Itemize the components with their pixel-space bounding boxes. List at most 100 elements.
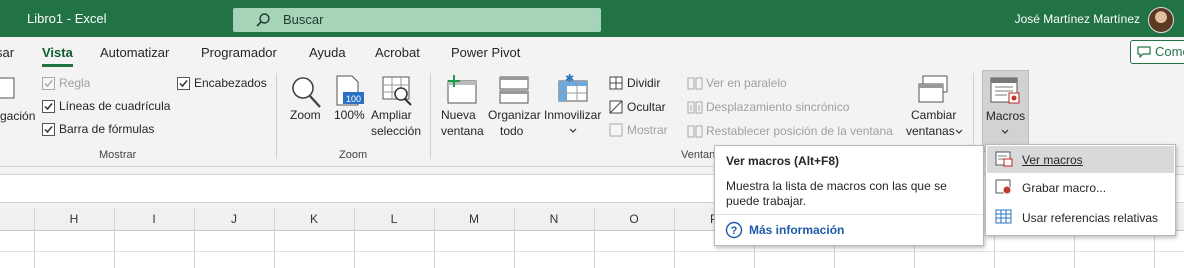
grid-line: [594, 208, 595, 268]
desplazamiento-label[interactable]: Desplazamiento sincrónico: [706, 100, 849, 114]
tooltip-divider: [715, 214, 983, 215]
chevron-down-icon: [955, 129, 963, 134]
tooltip-description: Muestra la lista de macros con las que s…: [726, 179, 947, 208]
menu-item-ver-macros[interactable]: Ver macros: [987, 146, 1174, 173]
group-separator: [430, 73, 431, 159]
tab-power-pivot[interactable]: Power Pivot: [451, 45, 520, 60]
tooltip-title: Ver macros (Alt+F8): [726, 154, 840, 168]
menu-item-grabar-macro[interactable]: Grabar macro...: [987, 174, 1174, 201]
zoom-100-label[interactable]: 100%: [334, 108, 365, 123]
chevron-down-icon: [569, 128, 577, 133]
comments-label: Come: [1155, 44, 1184, 59]
dividir-label[interactable]: Dividir: [627, 76, 660, 90]
column-header-m[interactable]: M: [434, 212, 514, 226]
barra-formulas-checkbox[interactable]: [42, 123, 55, 136]
macros-button[interactable]: Macros: [982, 70, 1029, 152]
tab-vista[interactable]: Vista: [42, 45, 73, 67]
chevron-down-icon: [1001, 129, 1009, 134]
ver-paralelo-label[interactable]: Ver en paralelo: [706, 76, 787, 90]
help-icon: ?: [725, 221, 743, 239]
grid-line: [674, 208, 675, 268]
barra-formulas-label: Barra de fórmulas: [59, 122, 155, 136]
search-icon: [256, 13, 270, 27]
column-header-j[interactable]: J: [194, 212, 274, 226]
cambiar-line1[interactable]: Cambiar: [911, 108, 956, 123]
menu-item-label: Ver macros: [1022, 153, 1083, 167]
ampliar-line1[interactable]: Ampliar: [371, 108, 412, 123]
ribbon-tabs: sar Vista Automatizar Programador Ayuda …: [0, 37, 1184, 69]
tab-ayuda[interactable]: Ayuda: [309, 45, 346, 60]
zoom-icon[interactable]: [290, 75, 322, 109]
svg-text:?: ?: [731, 225, 738, 237]
grid-line: [514, 208, 515, 268]
switch-windows-icon[interactable]: [917, 74, 949, 106]
group-label-ventana: Ventan: [681, 149, 716, 161]
menu-item-label: Usar referencias relativas: [1022, 211, 1159, 225]
menu-item-label: Grabar macro...: [1022, 181, 1107, 195]
column-header-h[interactable]: H: [34, 212, 114, 226]
grid-line: [194, 208, 195, 268]
worksheet-grid[interactable]: [0, 231, 1184, 268]
tab-revisar[interactable]: sar: [0, 45, 14, 60]
encabezados-checkbox[interactable]: [177, 77, 190, 90]
ampliar-line2[interactable]: selección: [371, 124, 421, 139]
grid-line: [354, 208, 355, 268]
split-icon[interactable]: [609, 76, 623, 90]
column-header-i[interactable]: I: [114, 212, 194, 226]
grid-line: [0, 251, 1184, 252]
grid-line: [114, 208, 115, 268]
macros-label: Macros: [985, 109, 1026, 123]
cambiar-line2[interactable]: ventanas: [906, 124, 955, 139]
nueva-ventana-line1[interactable]: Nueva: [441, 108, 476, 123]
synchronous-scrolling-icon[interactable]: [687, 101, 703, 114]
hide-icon[interactable]: [609, 100, 623, 114]
svg-text:✱: ✱: [565, 73, 574, 85]
group-label-mostrar: Mostrar: [99, 149, 137, 161]
restablecer-label[interactable]: Restablecer posición de la ventana: [706, 124, 893, 138]
avatar[interactable]: [1148, 7, 1174, 33]
tooltip-more-info-link[interactable]: Más información: [749, 223, 844, 237]
lineas-cuadricula-checkbox[interactable]: [42, 100, 55, 113]
regla-checkbox[interactable]: [42, 77, 55, 90]
ocultar-label[interactable]: Ocultar: [627, 100, 666, 114]
unhide-icon[interactable]: [609, 123, 623, 137]
zoom-100-icon[interactable]: 100: [335, 75, 365, 107]
navigation-label[interactable]: gación: [0, 109, 35, 123]
freeze-panes-icon[interactable]: ✱: [557, 73, 589, 103]
new-window-icon[interactable]: [446, 75, 478, 105]
tab-automatizar[interactable]: Automatizar: [100, 45, 169, 60]
column-header-n[interactable]: N: [514, 212, 594, 226]
group-label-zoom: Zoom: [339, 149, 368, 161]
column-header-k[interactable]: K: [274, 212, 354, 226]
document-title: Libro1 - Excel: [27, 11, 107, 26]
comment-icon: [1137, 46, 1151, 58]
nueva-ventana-line2[interactable]: ventana: [441, 124, 484, 139]
comments-button[interactable]: Come: [1130, 40, 1184, 64]
encabezados-label: Encabezados: [194, 76, 267, 90]
search-box[interactable]: Buscar: [233, 8, 601, 32]
reset-window-position-icon[interactable]: [687, 125, 703, 138]
zoom-label[interactable]: Zoom: [290, 108, 321, 123]
user-name[interactable]: José Martínez Martínez: [1015, 12, 1140, 26]
macros-icon: [990, 77, 1020, 104]
mostrar-ventana-label[interactable]: Mostrar: [627, 123, 668, 137]
arrange-all-icon[interactable]: [499, 75, 529, 105]
tab-acrobat[interactable]: Acrobat: [375, 45, 420, 60]
grid-line: [274, 208, 275, 268]
tab-programador[interactable]: Programador: [201, 45, 277, 60]
zoom-selection-icon[interactable]: [381, 75, 413, 107]
organizar-line2[interactable]: todo: [500, 124, 523, 139]
search-placeholder: Buscar: [283, 12, 324, 27]
navigation-pane-icon[interactable]: [0, 77, 16, 99]
view-side-by-side-icon[interactable]: [687, 77, 703, 90]
macros-tooltip: Ver macros (Alt+F8) Muestra la lista de …: [714, 145, 984, 246]
inmovilizar-label[interactable]: Inmovilizar: [544, 108, 601, 123]
title-bar: Libro1 - Excel Buscar José Martínez Mart…: [0, 0, 1184, 37]
column-header-l[interactable]: L: [354, 212, 434, 226]
regla-label: Regla: [59, 76, 91, 90]
view-macros-icon: [995, 151, 1013, 167]
macros-menu: Ver macros Grabar macro... Usar referenc…: [985, 144, 1176, 236]
organizar-line1[interactable]: Organizar: [488, 108, 541, 123]
menu-item-usar-referencias-relativas[interactable]: Usar referencias relativas: [987, 204, 1174, 231]
column-header-o[interactable]: O: [594, 212, 674, 226]
